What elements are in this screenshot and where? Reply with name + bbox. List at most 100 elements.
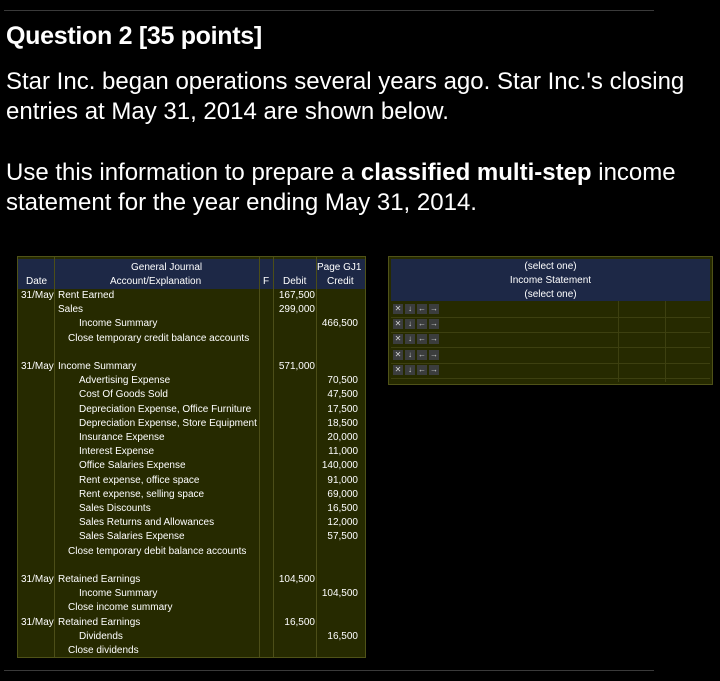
row-credit: 47,500: [327, 389, 358, 401]
row-account: Depreciation Expense, Store Equipment: [79, 417, 257, 429]
row-credit: 16,500: [327, 503, 358, 514]
journal-row: Rent expense, office space 91,000: [18, 474, 365, 488]
row-credit: 18,500: [327, 417, 358, 429]
row-account: Rent expense, selling space: [79, 488, 205, 500]
heading-select-2[interactable]: (select one): [389, 289, 712, 300]
journal-row: 31/May Rent Earned 167,500: [18, 289, 365, 303]
row-account: Retained Earnings: [58, 616, 141, 628]
row-credit: 466,500: [321, 318, 358, 330]
row-account: Sales Discounts: [79, 503, 151, 514]
header-f: F: [263, 276, 270, 287]
statement-row[interactable]: ✕ ↓ ← →: [391, 363, 710, 379]
row-date: 31/May: [21, 290, 54, 301]
journal-row: Insurance Expense 20,000: [18, 431, 365, 445]
heading-select-1[interactable]: (select one): [389, 261, 712, 272]
row-credit: 12,000: [327, 517, 358, 529]
insert-below-icon[interactable]: ↓: [405, 304, 415, 314]
journal-row: [18, 559, 365, 573]
header-date: Date: [26, 276, 48, 287]
indent-icon[interactable]: →: [429, 319, 439, 330]
row-credit: 104,500: [321, 588, 358, 600]
row-date: 31/May: [21, 616, 54, 628]
row-account: Close income summary: [68, 602, 173, 614]
journal-row: Sales Returns and Allowances 12,000: [18, 516, 365, 530]
insert-below-icon[interactable]: ↓: [405, 364, 415, 375]
row-credit: 57,500: [327, 531, 358, 543]
row-account: Rent Earned: [58, 290, 115, 301]
journal-row: Cost Of Goods Sold 47,500: [18, 388, 365, 402]
indent-icon[interactable]: →: [429, 364, 439, 375]
insert-below-icon[interactable]: ↓: [405, 319, 415, 330]
journal-row: Depreciation Expense, Office Furniture 17…: [18, 403, 365, 417]
row-controls: ✕ ↓ ← →: [393, 304, 439, 315]
statement-row[interactable]: ✕ ↓ ← →: [391, 317, 710, 334]
row-credit: 69,000: [327, 488, 358, 500]
outdent-icon[interactable]: ←: [417, 334, 427, 345]
row-controls: ✕ ↓ ← →: [393, 334, 439, 345]
outdent-icon[interactable]: ←: [417, 304, 427, 314]
heading-title: Income Statement: [509, 275, 592, 286]
delete-icon[interactable]: ✕: [393, 334, 403, 345]
header-credit: Credit: [327, 276, 354, 287]
row-account: Office Salaries Expense: [79, 460, 186, 472]
general-journal-table: General Journal Page GJ1 Date Account/Ex…: [17, 256, 366, 658]
journal-row: Interest Expense 11,000: [18, 445, 365, 459]
outdent-icon[interactable]: ←: [417, 349, 427, 360]
row-account: Sales Returns and Allowances: [79, 517, 215, 529]
row-date: 31/May: [21, 361, 54, 372]
journal-row: Income Summary 466,500: [18, 317, 365, 331]
row-account: Sales: [58, 304, 84, 316]
journal-page: Page GJ1: [317, 262, 362, 273]
insert-below-icon[interactable]: ↓: [405, 349, 415, 360]
row-account: Advertising Expense: [79, 375, 171, 387]
row-debit: 104,500: [278, 574, 315, 585]
row-credit: 91,000: [327, 474, 358, 486]
delete-icon[interactable]: ✕: [393, 304, 403, 314]
journal-row: Depreciation Expense, Store Equipment 18,…: [18, 417, 365, 431]
journal-row: Advertising Expense 70,500: [18, 374, 365, 388]
row-credit: 17,500: [327, 403, 358, 415]
row-account: Close temporary debit balance accounts: [68, 545, 247, 557]
row-debit: 16,500: [284, 616, 315, 628]
row-credit: 20,000: [327, 432, 358, 443]
top-divider: [4, 10, 654, 11]
question-intro: Star Inc. began operations several years…: [6, 68, 685, 125]
question-instruction: Use this information to prepare a classi…: [6, 159, 676, 216]
journal-row: 31/May Income Summary 571,000: [18, 360, 365, 374]
row-account: Rent expense, office space: [79, 474, 200, 486]
row-account: Close temporary credit balance accounts: [68, 332, 250, 344]
row-account: Close dividends: [68, 645, 139, 656]
outdent-icon[interactable]: ←: [417, 364, 427, 375]
journal-row: [18, 346, 365, 360]
question-title: Question 2 [35 points]: [6, 22, 262, 50]
delete-icon[interactable]: ✕: [393, 319, 403, 330]
delete-icon[interactable]: ✕: [393, 364, 403, 375]
journal-row: Close dividends: [18, 644, 365, 658]
statement-row[interactable]: ✕ ↓ ← →: [391, 348, 710, 364]
row-account: Interest Expense: [79, 446, 155, 458]
header-debit: Debit: [283, 276, 307, 287]
header-account: Account/Explanation: [110, 276, 202, 287]
row-account: Income Summary: [79, 588, 158, 600]
indent-icon[interactable]: →: [429, 334, 439, 345]
statement-row[interactable]: ✕ ↓ ← →: [391, 332, 710, 349]
outdent-icon[interactable]: ←: [417, 319, 427, 330]
insert-below-icon[interactable]: ↓: [405, 334, 415, 345]
journal-row: Sales Salaries Expense 57,500: [18, 530, 365, 544]
journal-row: Sales 299,000: [18, 303, 365, 317]
row-account: Income Summary: [79, 318, 158, 330]
row-account: Dividends: [79, 630, 123, 642]
row-debit: 167,500: [278, 290, 315, 301]
row-account: Income Summary: [58, 361, 137, 372]
journal-row: Dividends 16,500: [18, 630, 365, 644]
row-controls: ✕ ↓ ← →: [393, 364, 439, 376]
row-account: Depreciation Expense, Office Furniture: [79, 403, 252, 415]
indent-icon[interactable]: →: [429, 304, 439, 314]
row-controls: ✕ ↓ ← →: [393, 349, 439, 361]
indent-icon[interactable]: →: [429, 349, 439, 360]
row-account: Retained Earnings: [58, 574, 141, 585]
row-account: Sales Salaries Expense: [79, 531, 185, 543]
delete-icon[interactable]: ✕: [393, 349, 403, 360]
journal-row: Sales Discounts 16,500: [18, 502, 365, 516]
statement-row[interactable]: ✕ ↓ ← →: [391, 302, 710, 318]
